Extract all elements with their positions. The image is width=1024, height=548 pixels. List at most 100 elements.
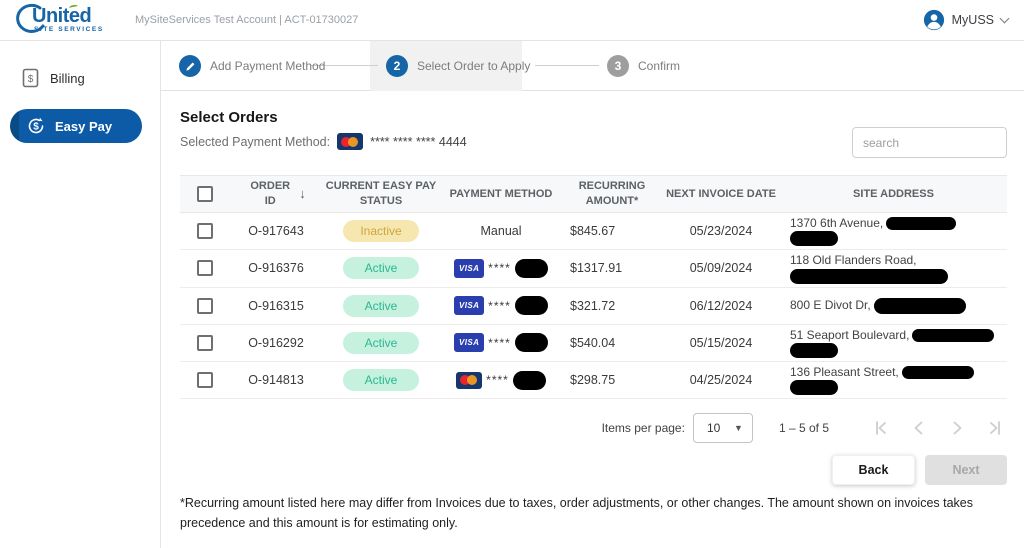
- brand-subtitle: SITE SERVICES: [34, 26, 104, 33]
- amount-cell: $845.67: [562, 212, 662, 251]
- top-bar: United SITE SERVICES MySiteServices Test…: [0, 0, 1024, 41]
- recurring-amount-footnote: *Recurring amount listed here may differ…: [180, 496, 974, 530]
- stepper: Add Payment Method 2 Select Order to App…: [161, 41, 1024, 91]
- united-logo[interactable]: United SITE SERVICES: [12, 2, 122, 40]
- step-2-circle: 2: [386, 55, 408, 77]
- redaction-bar: [912, 328, 995, 342]
- row-checkbox[interactable]: [197, 334, 213, 351]
- easy-pay-recurring-icon: $: [28, 117, 44, 134]
- billing-invoice-icon: $: [22, 68, 39, 88]
- status-badge: Active: [343, 257, 419, 280]
- col-payment-method: PAYMENT METHOD: [440, 175, 562, 213]
- step-1-label: Add Payment Method: [210, 59, 326, 73]
- step-confirm[interactable]: 3 Confirm: [607, 55, 680, 77]
- visa-icon: VISA: [454, 333, 485, 353]
- pagination-bar: Items per page: 10 ▼ 1 – 5 of 5: [602, 408, 1007, 448]
- order-id-cell: O-916292: [230, 324, 322, 362]
- previous-page-button[interactable]: [907, 416, 931, 440]
- sidebar-item-billing[interactable]: $ Billing: [0, 63, 160, 93]
- redaction-bar: [790, 380, 838, 396]
- step-1-circle: [179, 55, 201, 77]
- mastercard-icon: [337, 133, 364, 150]
- table-header-row: ORDER ID ↓ CURRENT EASY PAY STATUS PAYME…: [180, 175, 1007, 213]
- status-badge: Active: [343, 331, 419, 354]
- col-recurring-amount: RECURRING AMOUNT*: [562, 175, 662, 213]
- step-3-circle: 3: [607, 55, 629, 77]
- table-row: O-917643 Inactive Manual $845.67 05/23/2…: [180, 212, 1007, 251]
- step-2-label: Select Order to Apply: [417, 59, 531, 73]
- col-order-id: ORDER ID: [250, 180, 291, 207]
- order-id-cell: O-916315: [230, 287, 322, 325]
- items-per-page-select[interactable]: 10 ▼: [692, 413, 753, 443]
- order-id-cell: O-916376: [230, 249, 322, 288]
- invoice-date-cell: 05/15/2024: [662, 324, 780, 362]
- account-label: MySiteServices Test Account | ACT-017300…: [135, 14, 359, 26]
- next-button[interactable]: Next: [925, 455, 1007, 485]
- redaction-bar: [514, 296, 548, 316]
- main-content: Add Payment Method 2 Select Order to App…: [161, 41, 1024, 548]
- brand-name: United: [32, 5, 92, 27]
- status-badge: Inactive: [343, 220, 419, 243]
- payment-method-cell: VISA ****: [440, 333, 562, 353]
- visa-icon: VISA: [454, 258, 485, 278]
- first-page-button[interactable]: [869, 416, 893, 440]
- site-address-cell: 51 Seaport Boulevard,: [780, 324, 1007, 362]
- step-select-order[interactable]: 2 Select Order to Apply: [386, 55, 530, 77]
- step-add-payment-method[interactable]: Add Payment Method: [179, 55, 325, 77]
- items-per-page-value: 10: [706, 421, 721, 435]
- invoice-date-cell: 05/23/2024: [662, 212, 780, 251]
- user-avatar-icon: [923, 9, 944, 31]
- sidebar-billing-label: Billing: [50, 70, 85, 86]
- payment-method-cell: Manual: [480, 224, 522, 239]
- status-badge: Active: [343, 294, 419, 317]
- row-checkbox[interactable]: [197, 372, 213, 389]
- site-address-cell: 800 E Divot Dr,: [780, 287, 1007, 325]
- site-address-cell: 1370 6th Avenue,: [780, 212, 1007, 251]
- back-button[interactable]: Back: [832, 455, 915, 485]
- redaction-bar: [512, 370, 546, 390]
- redaction-bar: [790, 268, 948, 284]
- select-all-checkbox[interactable]: [197, 186, 213, 202]
- selected-payment-method-label: Selected Payment Method:: [180, 134, 331, 149]
- redaction-bar: [886, 217, 957, 231]
- edit-pencil-icon: [185, 62, 194, 71]
- items-per-page-label: Items per page:: [601, 421, 685, 435]
- redaction-bar: [790, 231, 838, 247]
- step-connector: [535, 65, 599, 66]
- sidebar: $ Billing $ Easy Pay: [0, 41, 161, 548]
- sidebar-easy-pay-label: Easy Pay: [55, 118, 113, 134]
- site-address-cell: 118 Old Flanders Road,: [780, 249, 1007, 288]
- row-checkbox[interactable]: [197, 260, 213, 277]
- order-id-cell: O-914813: [230, 361, 322, 400]
- visa-icon: VISA: [454, 296, 485, 316]
- step-3-label: Confirm: [638, 59, 681, 73]
- app-window: United SITE SERVICES MySiteServices Test…: [0, 0, 1024, 548]
- last-page-button[interactable]: [983, 416, 1007, 440]
- table-row: O-916292 Active VISA **** $540.04 05/15/…: [180, 324, 1007, 362]
- user-menu[interactable]: MyUSS: [923, 9, 1010, 31]
- svg-text:$: $: [33, 122, 39, 133]
- sort-desc-icon[interactable]: ↓: [299, 185, 306, 203]
- selected-payment-method: Selected Payment Method: **** **** **** …: [180, 133, 467, 150]
- redaction-bar: [790, 342, 838, 358]
- row-checkbox[interactable]: [197, 297, 213, 314]
- col-site-address: SITE ADDRESS: [780, 175, 1007, 213]
- row-checkbox[interactable]: [197, 223, 213, 240]
- next-page-button[interactable]: [945, 416, 969, 440]
- sidebar-item-easy-pay-active[interactable]: $ Easy Pay: [10, 109, 142, 143]
- col-status: CURRENT EASY PAY STATUS: [322, 175, 440, 213]
- search-input[interactable]: [852, 127, 1007, 158]
- table-row: O-916315 Active VISA **** $321.72 06/12/…: [180, 287, 1007, 325]
- table-row: O-916376 Active VISA **** $1317.91 05/09…: [180, 249, 1007, 288]
- redaction-bar: [514, 333, 548, 353]
- amount-cell: $540.04: [562, 324, 662, 362]
- invoice-date-cell: 06/12/2024: [662, 287, 780, 325]
- col-next-invoice-date: NEXT INVOICE DATE: [662, 175, 780, 213]
- mastercard-icon: [456, 371, 483, 389]
- redaction-bar: [514, 258, 548, 278]
- payment-method-cell: VISA ****: [440, 296, 562, 316]
- payment-method-cell: VISA ****: [440, 258, 562, 278]
- site-address-cell: 136 Pleasant Street,: [780, 361, 1007, 400]
- pagination-range-label: 1 – 5 of 5: [778, 421, 829, 435]
- amount-cell: $321.72: [562, 287, 662, 325]
